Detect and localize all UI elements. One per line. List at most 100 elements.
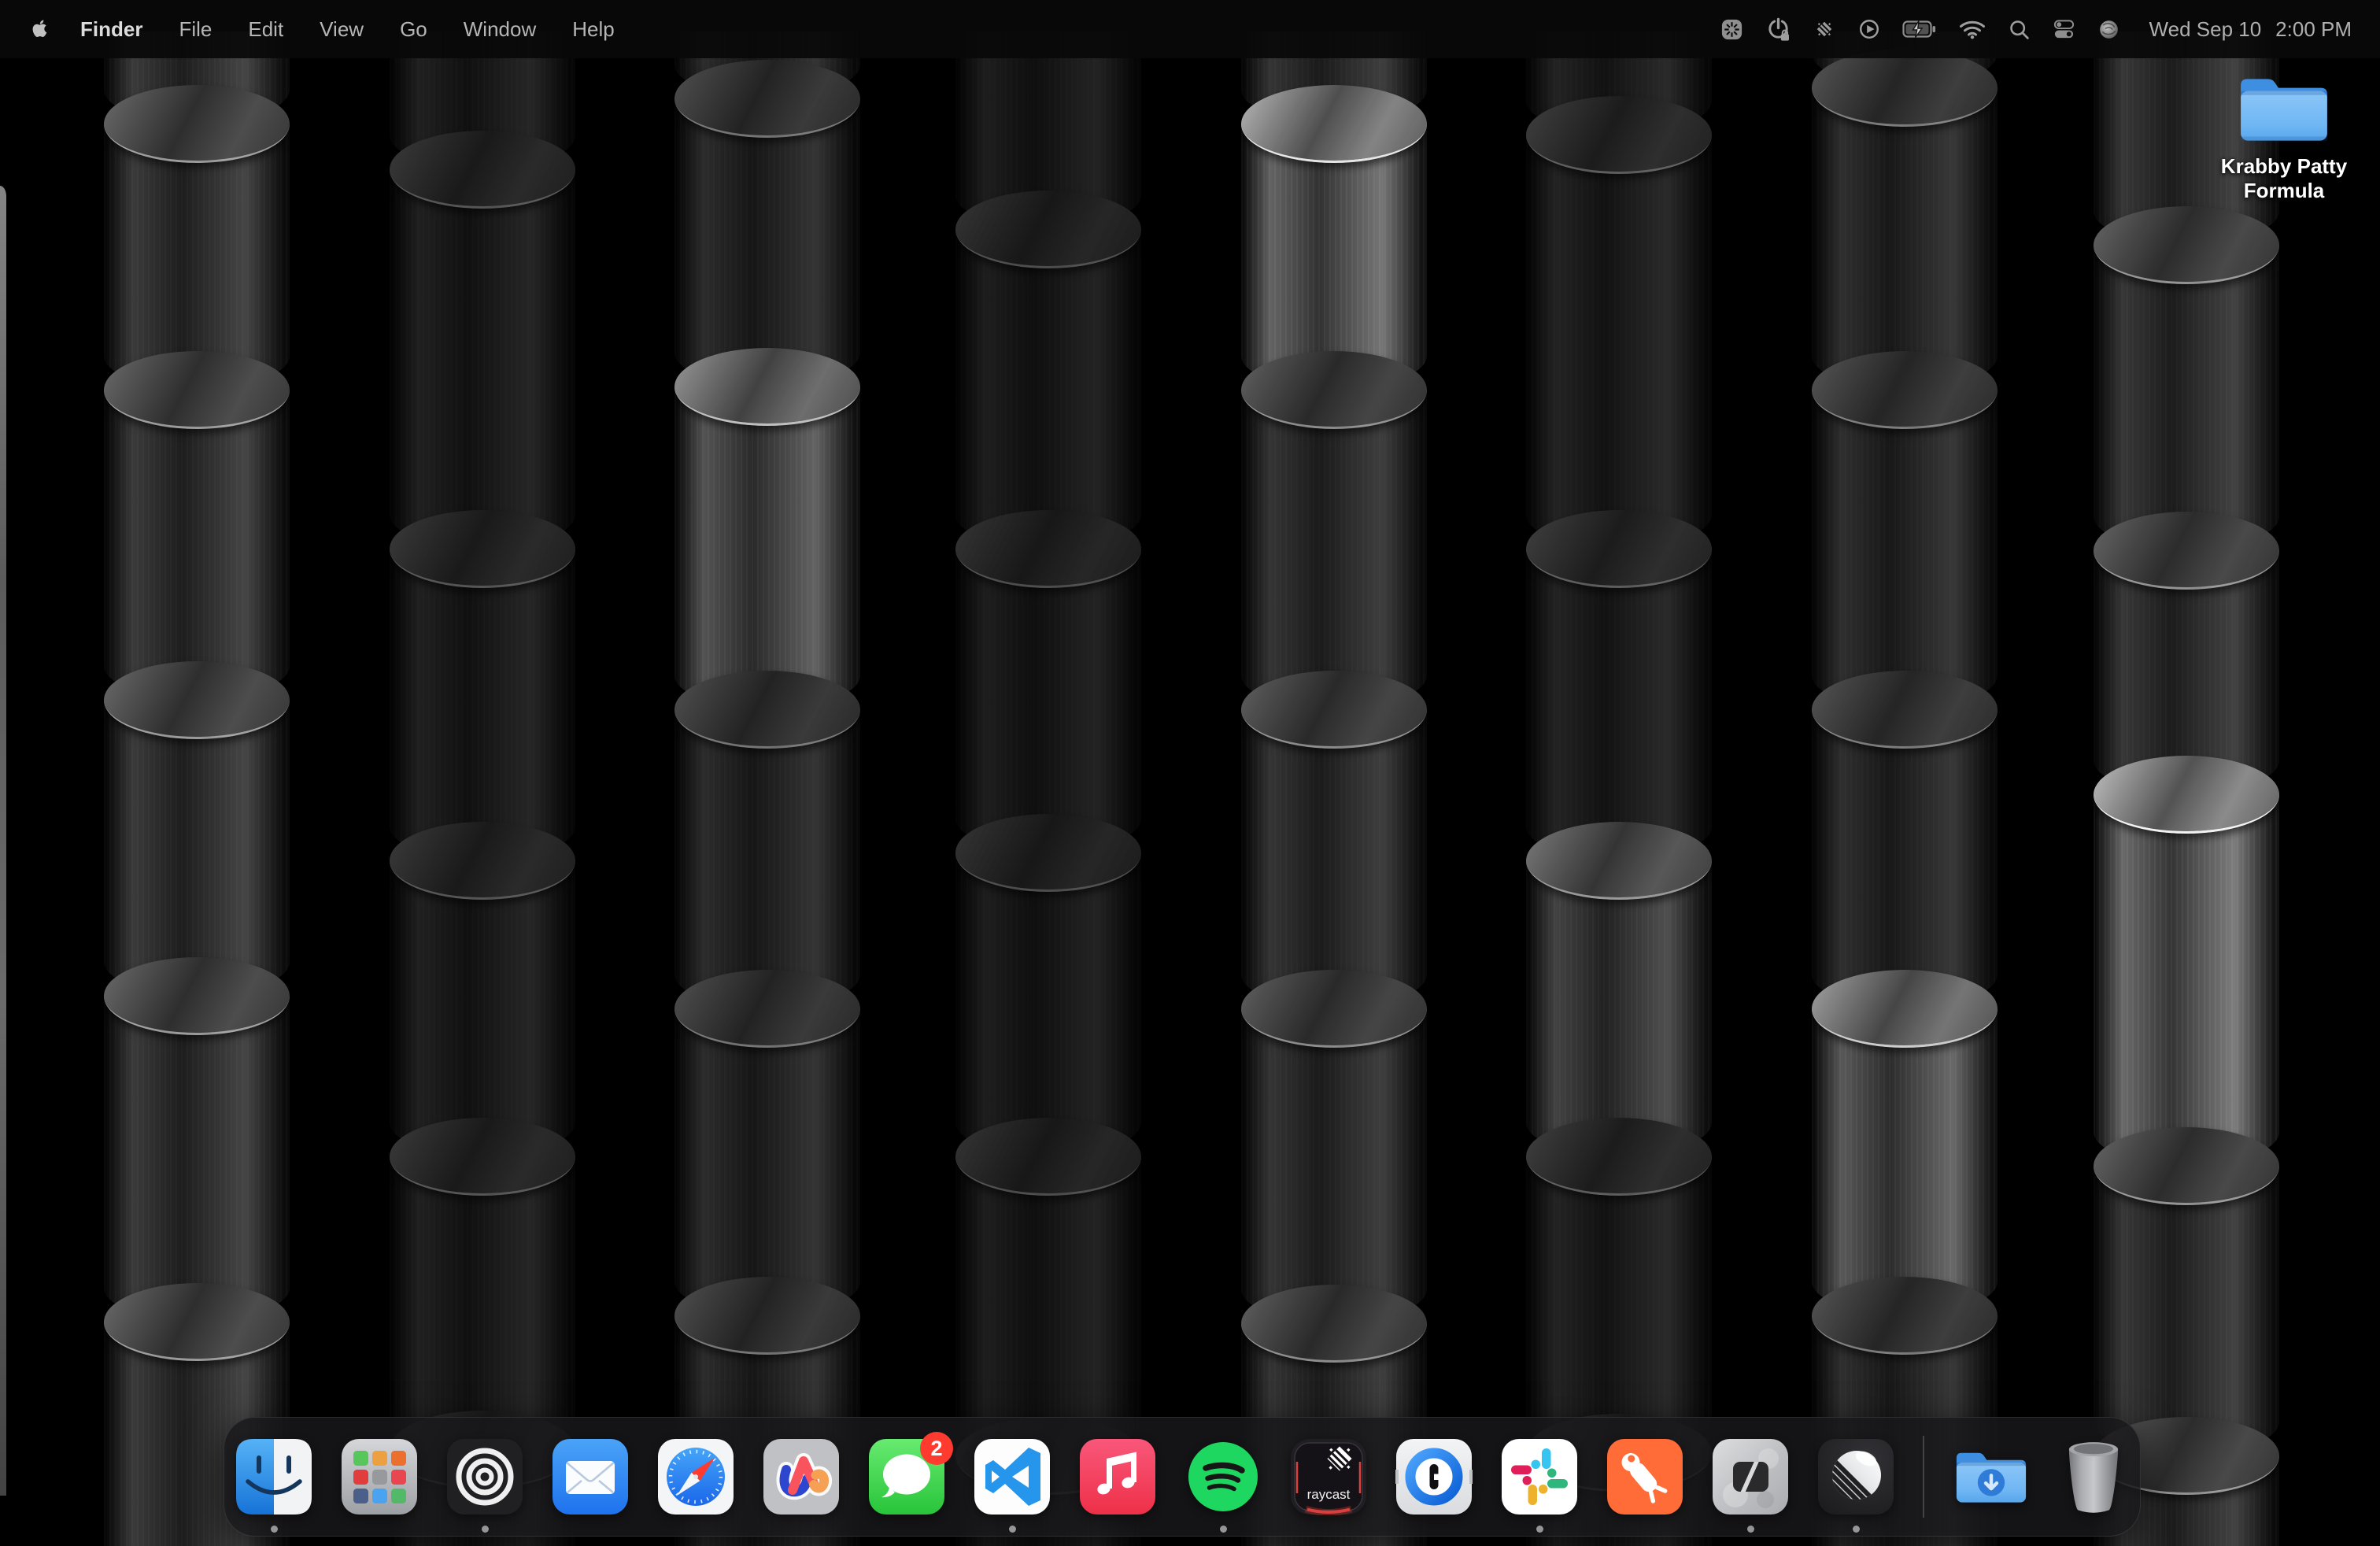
cylinder-cap [1526, 96, 1712, 174]
dock-app-spotify[interactable] [1184, 1438, 1262, 1515]
cylinder-body [104, 389, 290, 699]
cylinder-cap [390, 131, 575, 209]
play-circle-icon[interactable] [1857, 17, 1881, 41]
menu-window[interactable]: Window [445, 0, 554, 58]
cylinder-cap [1812, 671, 1998, 749]
menu-edit[interactable]: Edit [230, 0, 301, 58]
dock-app-finder[interactable] [235, 1438, 312, 1515]
menu-bar-status: Wed Sep 10 2:00 PM [1720, 17, 2380, 43]
slack-icon [1501, 1438, 1578, 1515]
apple-menu-icon[interactable] [30, 17, 51, 42]
notification-badge: 2 [920, 1432, 953, 1465]
dock-trash[interactable] [2058, 1438, 2129, 1515]
dock-app-arc-browser[interactable] [763, 1438, 840, 1515]
dock-app-postman[interactable] [1606, 1438, 1683, 1515]
dock: 2 [224, 1417, 2141, 1537]
cylinder-cap [1526, 822, 1712, 900]
cylinder-body [1241, 389, 1427, 708]
cylinder-cap [1241, 671, 1427, 749]
cylinder-cap [955, 190, 1141, 268]
safari-icon [657, 1438, 734, 1515]
starburst-app-icon[interactable] [1720, 17, 1744, 42]
spotlight-search-icon[interactable] [2008, 18, 2031, 41]
menu-date: Wed Sep 10 [2149, 17, 2262, 42]
cylinder-body [390, 548, 575, 860]
dock-app-concentric-circles[interactable] [446, 1438, 523, 1515]
wallpaper-cylinder-column [2094, 0, 2279, 1546]
cylinder-body [1812, 87, 1998, 389]
cylinder-cap [104, 957, 290, 1035]
wallpaper-cylinder-column [674, 0, 860, 1546]
spotify-icon [1184, 1438, 1262, 1515]
dock-app-launchpad[interactable] [341, 1438, 418, 1515]
cylinder-body [2094, 793, 2279, 1165]
cylinder-cap [1812, 49, 1998, 127]
wallpaper-cylinder-column [1526, 0, 1712, 1546]
menu-view[interactable]: View [301, 0, 382, 58]
dock-app-messages[interactable]: 2 [868, 1438, 945, 1515]
power-lock-icon[interactable] [1765, 17, 1791, 43]
dock-app-slack[interactable] [1501, 1438, 1578, 1515]
cylinder-cap [955, 814, 1141, 892]
cylinder-body [1526, 548, 1712, 860]
cylinder-cap [1812, 351, 1998, 429]
running-indicator [1009, 1526, 1016, 1533]
tilted-square-slash-icon [1712, 1438, 1789, 1515]
raycast-icon: raycast [1290, 1438, 1367, 1515]
trash-icon [2058, 1438, 2129, 1515]
cylinder-cap [104, 351, 290, 429]
control-center-icon[interactable] [2052, 18, 2076, 40]
macos-desktop: Finder File Edit View Go Window Help [0, 0, 2380, 1546]
menu-go[interactable]: Go [382, 0, 445, 58]
desktop-folder-krabby-patty-formula[interactable]: Krabby Patty Formula [2213, 71, 2355, 203]
dock-app-safari[interactable] [657, 1438, 734, 1515]
battery-charging-icon[interactable] [1902, 20, 1937, 39]
cylinder-cap [674, 1277, 860, 1355]
dock-app-vscode[interactable] [974, 1438, 1051, 1515]
dock-downloads-folder[interactable] [1953, 1438, 2030, 1515]
desktop-wallpaper [0, 0, 2380, 1546]
siri-icon[interactable] [2097, 18, 2120, 41]
cylinder-body [1812, 389, 1998, 708]
blue-folder-icon [2236, 71, 2332, 146]
running-indicator [1747, 1526, 1754, 1533]
cylinder-cap [1241, 351, 1427, 429]
cylinder-cap [674, 60, 860, 138]
dock-app-apple-music[interactable] [1079, 1438, 1156, 1515]
cylinder-cap [104, 1283, 290, 1361]
raycast-label: raycast [1307, 1487, 1351, 1502]
menu-time: 2:00 PM [2275, 17, 2352, 42]
cylinder-body [390, 1156, 575, 1448]
cylinder-cap [2094, 206, 2279, 284]
dock-app-1password[interactable] [1395, 1438, 1473, 1515]
wifi-icon[interactable] [1958, 19, 1986, 39]
cylinder-cap [955, 1118, 1141, 1196]
dock-separator [1923, 1436, 1924, 1518]
cylinder-body [104, 995, 290, 1321]
raycast-menu-icon[interactable] [1813, 17, 1836, 41]
onepassword-icon [1395, 1438, 1473, 1515]
dock-app-raycast[interactable]: raycast [1290, 1438, 1367, 1515]
dock-app-tilted-square-slash[interactable] [1712, 1438, 1789, 1515]
cylinder-cap [390, 1118, 575, 1196]
wallpaper-cylinder-column [955, 0, 1141, 1546]
apple-music-icon [1079, 1438, 1156, 1515]
wallpaper-cylinder-edge [0, 186, 6, 1496]
menu-app-name[interactable]: Finder [62, 0, 161, 58]
vscode-icon [974, 1438, 1051, 1515]
cylinder-body [955, 548, 1141, 852]
cylinder-cap [1812, 1277, 1998, 1355]
cylinder-cap [104, 85, 290, 163]
menu-file[interactable]: File [161, 0, 230, 58]
menu-clock[interactable]: Wed Sep 10 2:00 PM [2149, 17, 2352, 42]
wallpaper-cylinder-column [1812, 0, 1998, 1546]
cylinder-cap [674, 970, 860, 1048]
downloads-folder-icon [1953, 1438, 2030, 1515]
wallpaper-cylinder-column [390, 0, 575, 1546]
cylinder-body [1526, 134, 1712, 548]
menu-help[interactable]: Help [554, 0, 632, 58]
cylinder-body [674, 1008, 860, 1315]
folder-label[interactable]: Krabby Patty Formula [2213, 154, 2355, 203]
dock-app-mail[interactable] [552, 1438, 629, 1515]
dock-app-striped-sphere[interactable] [1817, 1438, 1894, 1515]
